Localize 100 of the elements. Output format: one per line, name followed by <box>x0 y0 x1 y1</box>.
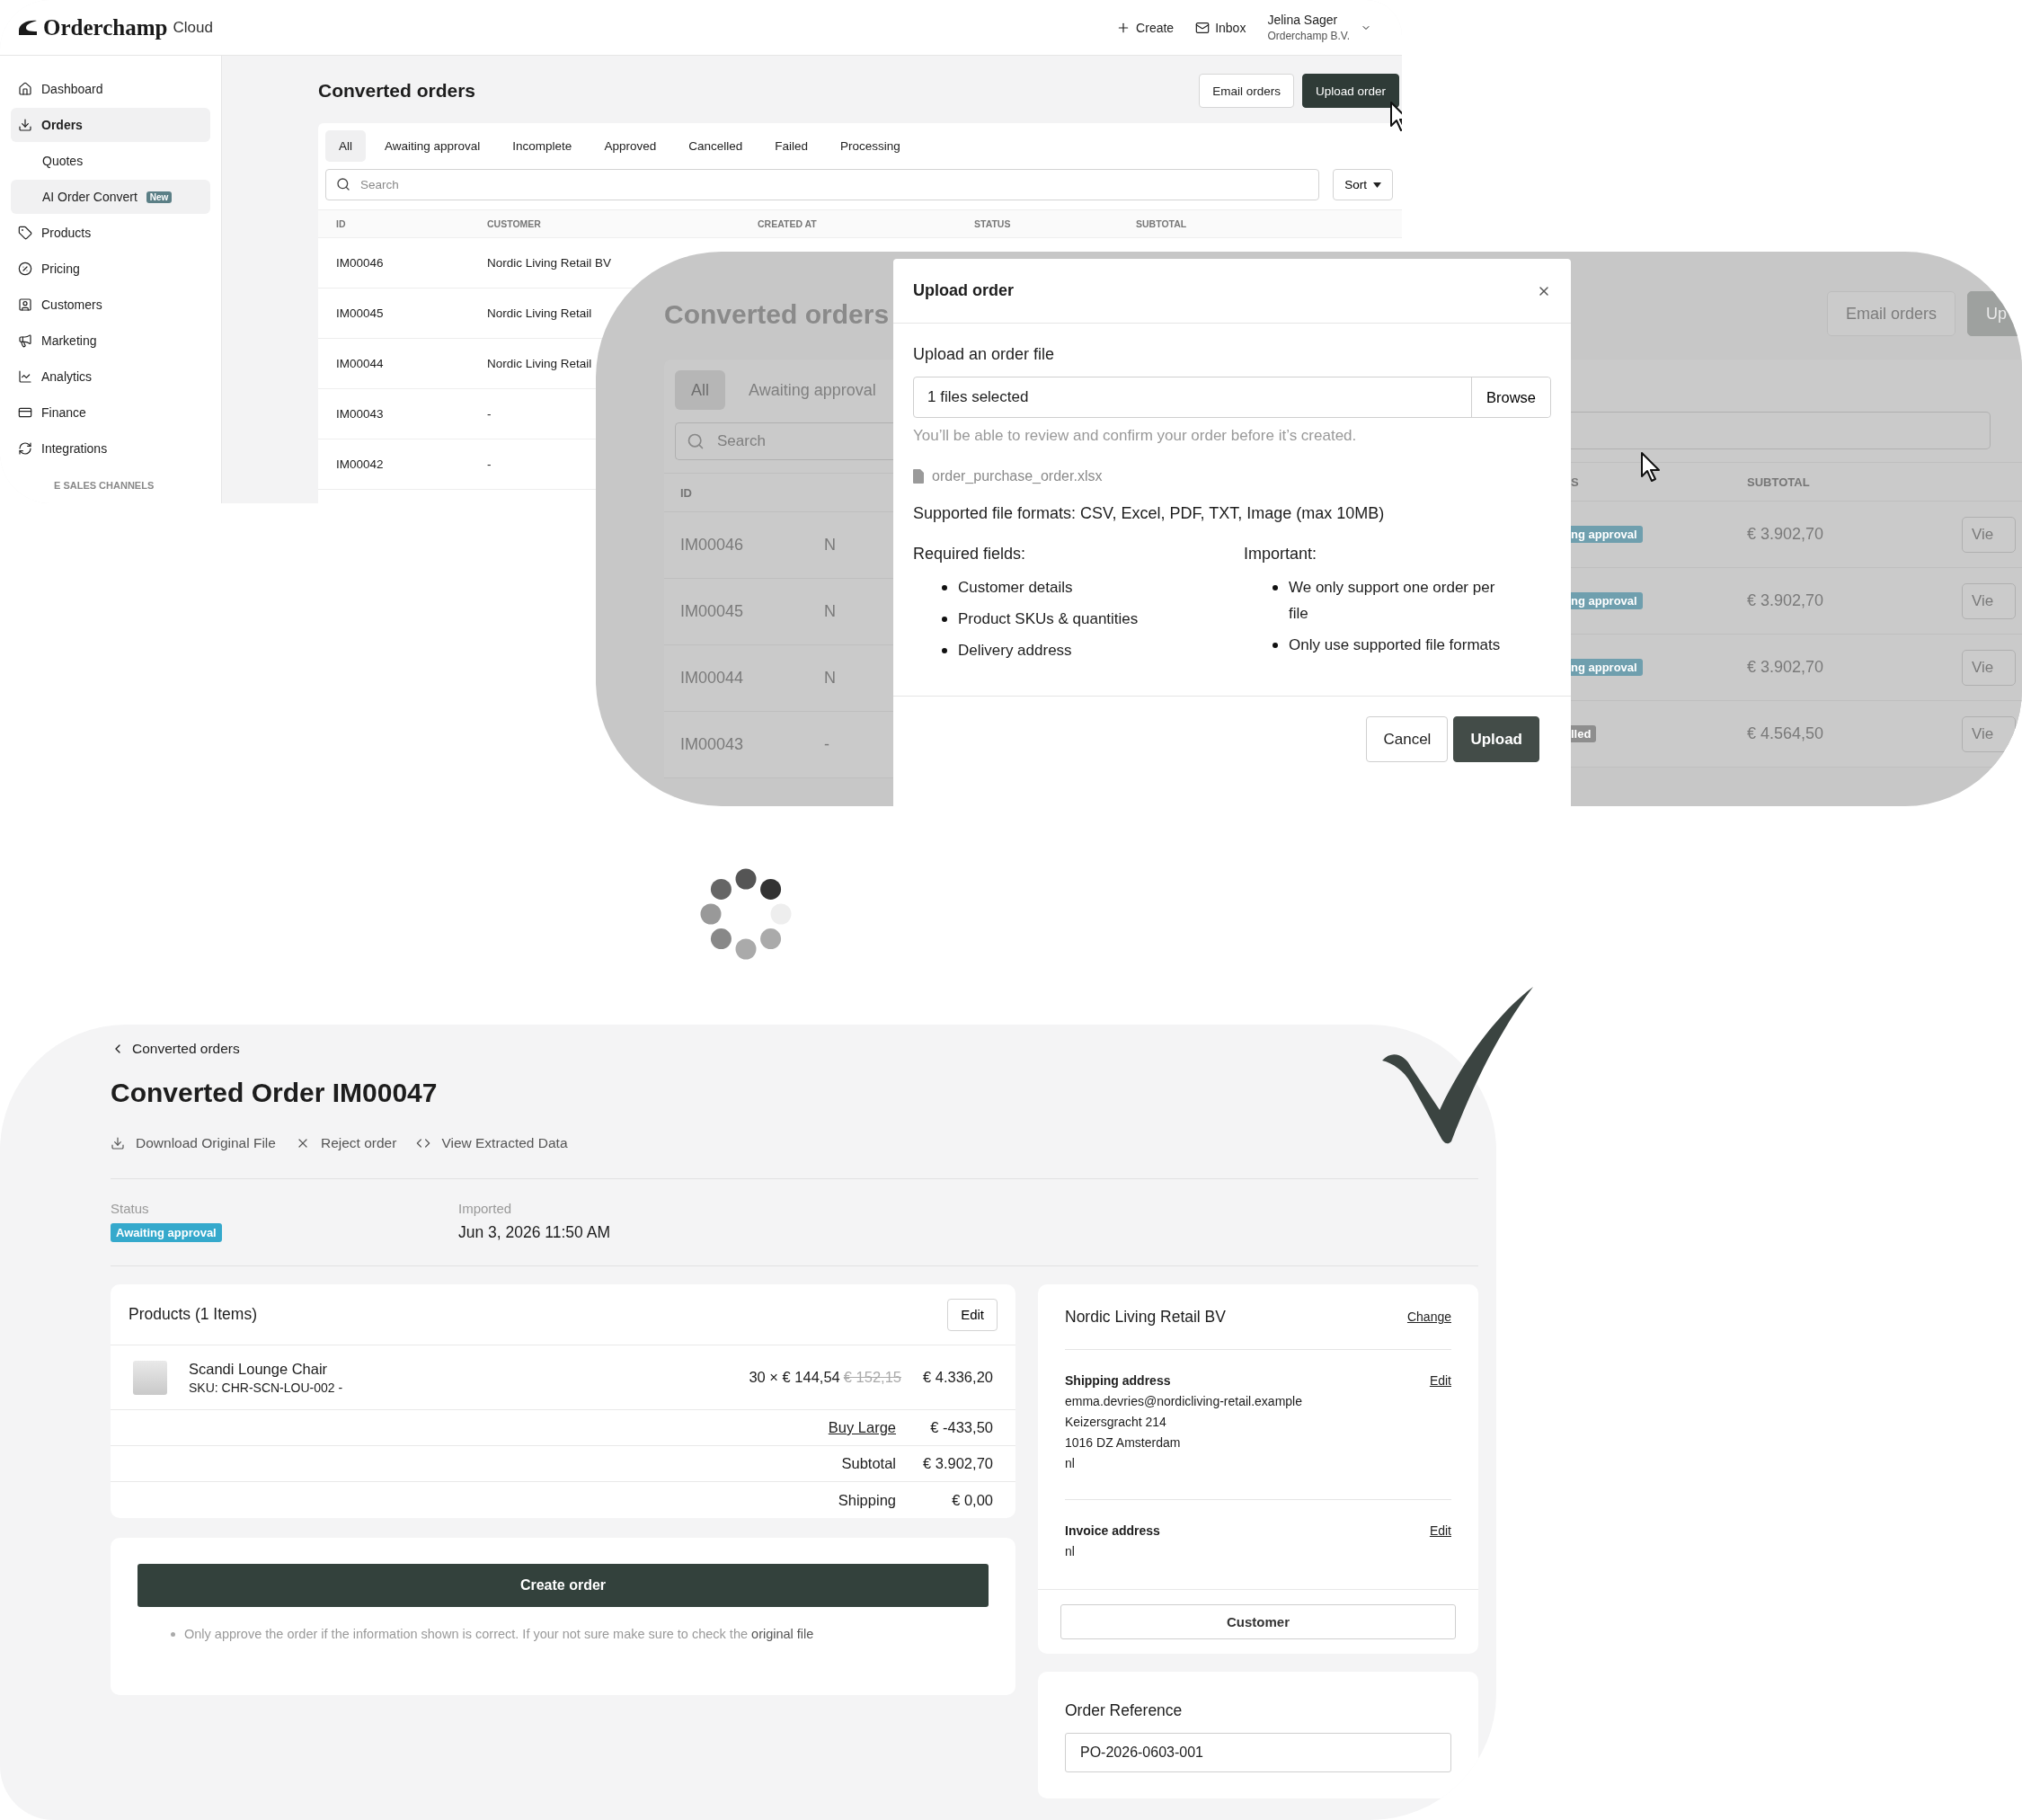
search-icon <box>336 177 350 191</box>
column-header: STATUS <box>974 218 1012 229</box>
logo-text: Orderchamp <box>43 14 168 40</box>
address-line: nl <box>1065 1543 1076 1560</box>
sidebar-item[interactable]: Customers <box>11 288 210 322</box>
search-field[interactable] <box>1571 412 1991 449</box>
sidebar-item[interactable]: Products <box>11 216 210 250</box>
column-header: CUSTOMER <box>487 218 542 229</box>
customer-button[interactable]: Customer <box>1060 1604 1456 1639</box>
edit-button[interactable]: Edit <box>947 1298 998 1331</box>
card-title: Products (1 Items) <box>129 1305 257 1324</box>
home-icon <box>18 82 32 96</box>
caret-icon <box>1373 182 1381 188</box>
browse-button[interactable]: Browse <box>1470 377 1550 417</box>
change-link[interactable]: Change <box>1406 1310 1451 1324</box>
address-heading: Invoice address <box>1065 1523 1160 1538</box>
old-price: € 152,15 <box>843 1369 901 1386</box>
sidebar-item[interactable]: AI Order Convert New <box>11 180 210 214</box>
table-cell: N <box>824 602 836 621</box>
line-total: € 4.336,20 <box>923 1369 993 1386</box>
table-cell: - <box>487 407 492 421</box>
table-cell: N <box>824 536 836 555</box>
sidebar-item[interactable]: Finance <box>11 395 210 430</box>
note-text: Only approve the order if the information shown is correct. If your not sure make sure to check the original file <box>184 1627 814 1641</box>
field-label: Upload an order file <box>913 345 1056 364</box>
action-link[interactable]: Reject order <box>295 1135 397 1151</box>
search-field[interactable]: Search <box>325 169 1320 200</box>
contact-icon <box>18 297 32 312</box>
table-cell: € 4.564,50 <box>1747 724 1824 743</box>
tab[interactable]: All <box>325 130 366 162</box>
cancel-button[interactable]: Cancel <box>1366 716 1449 762</box>
summary-label: Subtotal <box>841 1455 896 1472</box>
table-cell: IM00044 <box>336 357 384 370</box>
back-link[interactable]: Converted orders <box>111 1038 240 1060</box>
field-label: Order Reference <box>1065 1701 1184 1720</box>
table-cell: N <box>824 669 836 688</box>
create-order-button[interactable]: Create order <box>137 1564 989 1607</box>
mail-icon <box>1195 20 1211 35</box>
sidebar-item[interactable]: Analytics <box>11 360 210 394</box>
search-field[interactable]: Search <box>675 422 893 460</box>
column-header: SUBTOTAL <box>1136 218 1188 229</box>
customer-name: Nordic Living Retail BV <box>1065 1307 1226 1327</box>
sidebar-item[interactable]: Integrations <box>11 431 210 466</box>
original-file-link[interactable]: original file <box>751 1627 814 1641</box>
sidebar-section-heading: E SALES CHANNELS <box>53 480 155 491</box>
tab[interactable]: Cancelled <box>675 130 757 162</box>
discount-link[interactable]: Buy Large <box>828 1419 896 1436</box>
logo-icon <box>18 19 38 36</box>
tab[interactable]: Failed <box>761 130 821 162</box>
bullet-icon <box>1273 643 1278 648</box>
sort-button[interactable]: Sort <box>1333 169 1393 200</box>
tab[interactable]: Incomplete <box>499 130 586 162</box>
product-name: Scandi Lounge Chair <box>189 1360 329 1378</box>
tab[interactable]: Processing <box>827 130 914 162</box>
table-cell: Nordic Living Retail <box>487 357 592 370</box>
status-badge: ng approval <box>1571 592 1643 609</box>
field-label: Imported <box>458 1201 513 1216</box>
sidebar-item[interactable]: Orders <box>11 108 210 142</box>
summary-value: € -433,50 <box>929 1419 993 1436</box>
sidebar-item[interactable]: Dashboard <box>11 72 210 106</box>
sidebar-item[interactable]: Marketing <box>11 324 210 358</box>
address-line: emma.devries@nordicliving-retail.example <box>1065 1393 1303 1410</box>
bullet-icon <box>1273 585 1278 590</box>
company-name: Orderchamp B.V. <box>1267 30 1350 42</box>
header-link[interactable]: Inbox <box>1195 20 1246 35</box>
primary-button[interactable]: Upload order <box>1301 74 1399 108</box>
list-item: We only support one order per file <box>1289 578 1496 624</box>
file-input-field[interactable]: 1 files selected Browse <box>913 377 1551 418</box>
upload-button[interactable]: Upload <box>1453 716 1539 762</box>
column-header: S <box>1571 475 1579 489</box>
table-cell: Nordic Living Retail BV <box>487 256 612 270</box>
table-cell: IM00043 <box>680 735 744 754</box>
edit-link[interactable]: Edit <box>1429 1523 1451 1538</box>
tab[interactable]: Awaiting approval <box>371 130 494 162</box>
table-cell: IM00045 <box>336 306 384 320</box>
table-cell: - <box>824 735 829 754</box>
column-header: SUBTOTAL <box>1747 475 1810 489</box>
bullet-icon <box>942 617 947 622</box>
address-heading: Shipping address <box>1065 1373 1171 1388</box>
photo-placeholder <box>133 1360 167 1395</box>
list-item: Customer details <box>958 578 1073 598</box>
action-link[interactable]: Download Original File <box>111 1135 276 1151</box>
table-cell: - <box>487 457 492 471</box>
table-cell: IM00042 <box>336 457 384 471</box>
bullet-icon <box>942 585 947 590</box>
file-icon <box>913 469 924 484</box>
edit-link[interactable]: Edit <box>1429 1373 1451 1388</box>
field-label: Status <box>111 1201 150 1216</box>
file-name: order_purchase_order.xlsx <box>932 468 1103 484</box>
tab[interactable]: Approved <box>590 130 670 162</box>
sidebar-item[interactable]: Quotes <box>11 144 210 178</box>
column-header: CREATED AT <box>758 218 818 229</box>
table-cell: IM00044 <box>680 669 744 688</box>
sidebar-item[interactable]: Pricing <box>11 252 210 286</box>
tag-icon <box>18 226 32 240</box>
action-link[interactable]: View Extracted Data <box>416 1135 568 1151</box>
formats-text: Supported file formats: CSV, Excel, PDF, TXT, Image (max 10MB) <box>913 504 1386 523</box>
reference-field[interactable]: PO-2026-0603-001 <box>1065 1733 1451 1772</box>
secondary-button[interactable]: Email orders <box>1199 74 1294 108</box>
header-link[interactable]: Create <box>1116 20 1175 35</box>
